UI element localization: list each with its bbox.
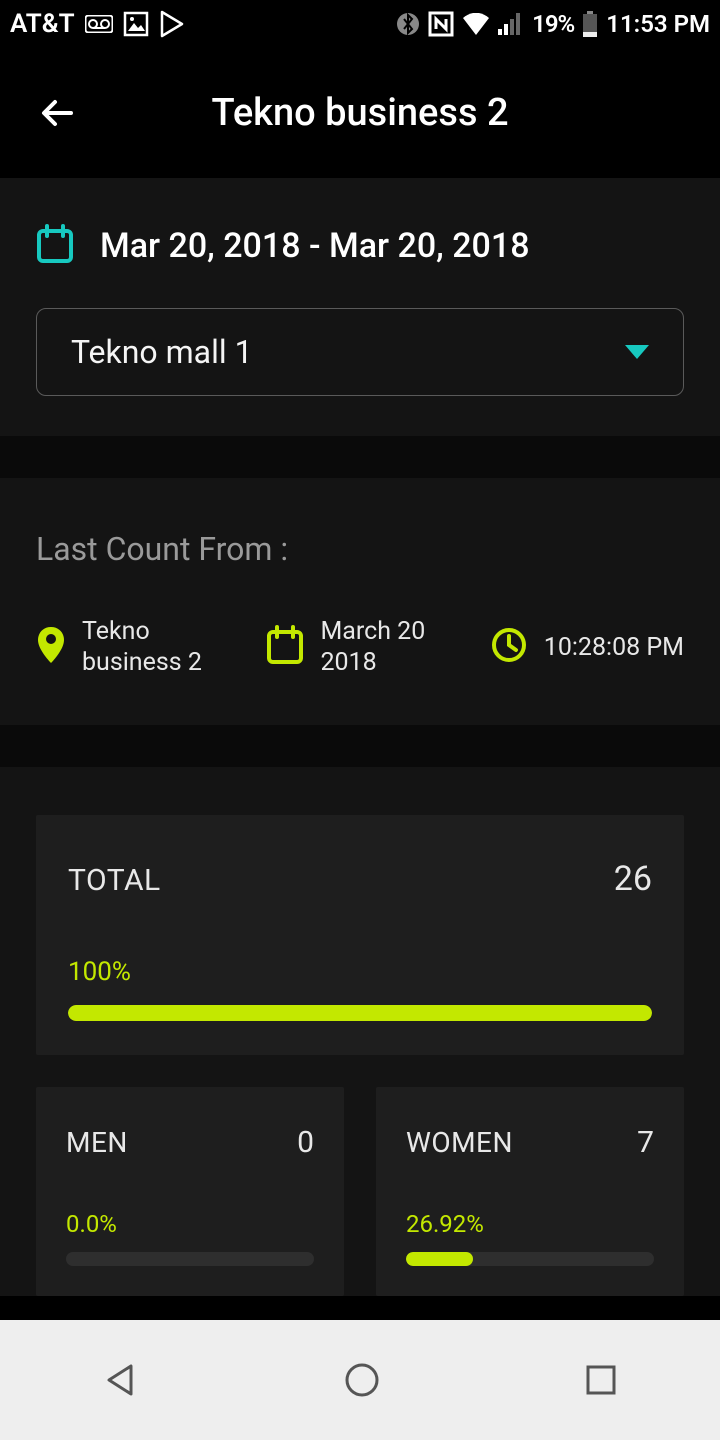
bluetooth-icon [396, 12, 420, 36]
picture-icon [123, 11, 149, 37]
play-store-icon [159, 10, 185, 38]
location-line1: Tekno [82, 616, 202, 647]
battery-pct: 19% [532, 10, 574, 38]
clock-icon [490, 626, 528, 668]
circle-home-icon [342, 1360, 382, 1400]
last-count-section: Last Count From : Tekno business 2 March… [0, 478, 720, 725]
page-title: Tekno business 2 [0, 91, 720, 135]
chevron-down-icon [625, 345, 649, 359]
women-value: 7 [637, 1125, 654, 1160]
date-range-text: Mar 20, 2018 - Mar 20, 2018 [100, 226, 530, 266]
women-label: WOMEN [406, 1126, 513, 1159]
last-count-row: Tekno business 2 March 20 2018 10:28:08 … [36, 616, 684, 679]
date-line1: March 20 [320, 616, 425, 647]
voicemail-icon [85, 15, 113, 33]
android-nav-bar [0, 1320, 720, 1440]
stats-cards: TOTAL 26 100% MEN 0 0.0% W [0, 767, 720, 1296]
status-right: 19% 11:53 PM [396, 10, 710, 38]
total-card: TOTAL 26 100% [36, 815, 684, 1055]
clock-label: 11:53 PM [606, 10, 710, 38]
men-card: MEN 0 0.0% [36, 1087, 344, 1296]
women-bar-fill [406, 1252, 473, 1266]
last-count-time: 10:28:08 PM [490, 626, 684, 668]
calendar-small-icon [266, 625, 304, 669]
gender-row: MEN 0 0.0% WOMEN 7 26.92% [36, 1087, 684, 1296]
total-bar-track [68, 1005, 652, 1021]
app-header: Tekno business 2 [0, 48, 720, 178]
women-bar-track [406, 1252, 654, 1266]
total-bar-fill [68, 1005, 652, 1021]
total-label: TOTAL [68, 863, 161, 898]
calendar-icon [36, 224, 74, 268]
men-label: MEN [66, 1126, 128, 1159]
triangle-back-icon [101, 1360, 141, 1400]
nav-recent-button[interactable] [583, 1362, 619, 1398]
dropdown-selected: Tekno mall 1 [71, 333, 253, 371]
men-pct: 0.0% [66, 1210, 314, 1238]
nav-back-button[interactable] [101, 1360, 141, 1400]
date-line2: 2018 [320, 647, 425, 678]
last-count-title: Last Count From : [36, 530, 684, 568]
date-text: March 20 2018 [320, 616, 425, 679]
location-text: Tekno business 2 [82, 616, 202, 679]
square-recent-icon [583, 1362, 619, 1398]
total-pct: 100% [68, 957, 652, 987]
carrier-label: AT&T [10, 9, 75, 39]
last-count-location: Tekno business 2 [36, 616, 202, 679]
men-bar-track [66, 1252, 314, 1266]
status-bar: AT&T 19% 11:53 PM [0, 0, 720, 48]
section-divider [0, 436, 720, 478]
nfc-icon [428, 11, 454, 37]
last-count-date: March 20 2018 [266, 616, 425, 679]
status-left: AT&T [10, 9, 185, 39]
section-divider-2 [0, 725, 720, 767]
women-pct: 26.92% [406, 1210, 654, 1238]
time-text: 10:28:08 PM [544, 632, 684, 663]
men-value: 0 [297, 1125, 314, 1160]
battery-icon [582, 11, 598, 37]
wifi-icon [462, 13, 490, 35]
signal-icon [498, 13, 524, 35]
date-range-row[interactable]: Mar 20, 2018 - Mar 20, 2018 [0, 178, 720, 308]
women-card: WOMEN 7 26.92% [376, 1087, 684, 1296]
back-button[interactable] [36, 91, 80, 135]
arrow-left-icon [39, 94, 77, 132]
location-dropdown[interactable]: Tekno mall 1 [36, 308, 684, 396]
nav-home-button[interactable] [342, 1360, 382, 1400]
content-area: Mar 20, 2018 - Mar 20, 2018 Tekno mall 1… [0, 178, 720, 1296]
location-pin-icon [36, 625, 66, 669]
total-value: 26 [614, 859, 652, 899]
location-line2: business 2 [82, 647, 202, 678]
